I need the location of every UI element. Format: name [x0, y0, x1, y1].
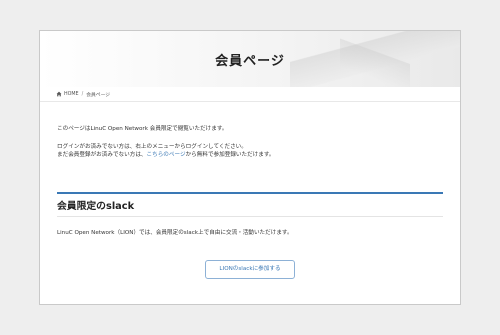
home-icon [56, 91, 62, 97]
breadcrumb-current: 会員ページ [86, 92, 111, 98]
register-text-suffix: から無料で参加登録いただけます。 [185, 152, 275, 158]
register-page-link[interactable]: こちらのページ [147, 152, 186, 158]
button-wrapper: LIONのslackに参加する [57, 255, 443, 279]
intro-login-block: ログインがお済みでない方は、右上のメニューからログインしてください。 まだ会員登… [57, 143, 443, 159]
intro-text-login: ログインがお済みでない方は、右上のメニューからログインしてください。 [57, 144, 247, 150]
main-content: このページはLinuC Open Network 会員限定で閲覧いただけます。 … [40, 125, 460, 279]
intro-text-register: まだ会員登録がお済みでない方は、こちらのページから無料で参加登録いただけます。 [57, 151, 443, 159]
page-card: 会員ページ HOME / 会員ページ このページはLinuC Open Netw… [39, 30, 461, 305]
page-title: 会員ページ [215, 54, 285, 69]
breadcrumb: HOME / 会員ページ [40, 87, 460, 102]
section-text-slack: LinuC Open Network（LION）では、会員限定のslack上で自… [57, 230, 293, 236]
join-slack-button[interactable]: LIONのslackに参加する [205, 260, 295, 279]
section-heading-slack: 会員限定のslack [57, 192, 443, 217]
intro-text-members-only: このページはLinuC Open Network 会員限定で閲覧いただけます。 [57, 126, 228, 132]
page-header-banner: 会員ページ [40, 31, 460, 87]
breadcrumb-separator: / [81, 91, 84, 97]
register-text-prefix: まだ会員登録がお済みでない方は、 [57, 152, 147, 158]
breadcrumb-home-link[interactable]: HOME [64, 92, 79, 97]
